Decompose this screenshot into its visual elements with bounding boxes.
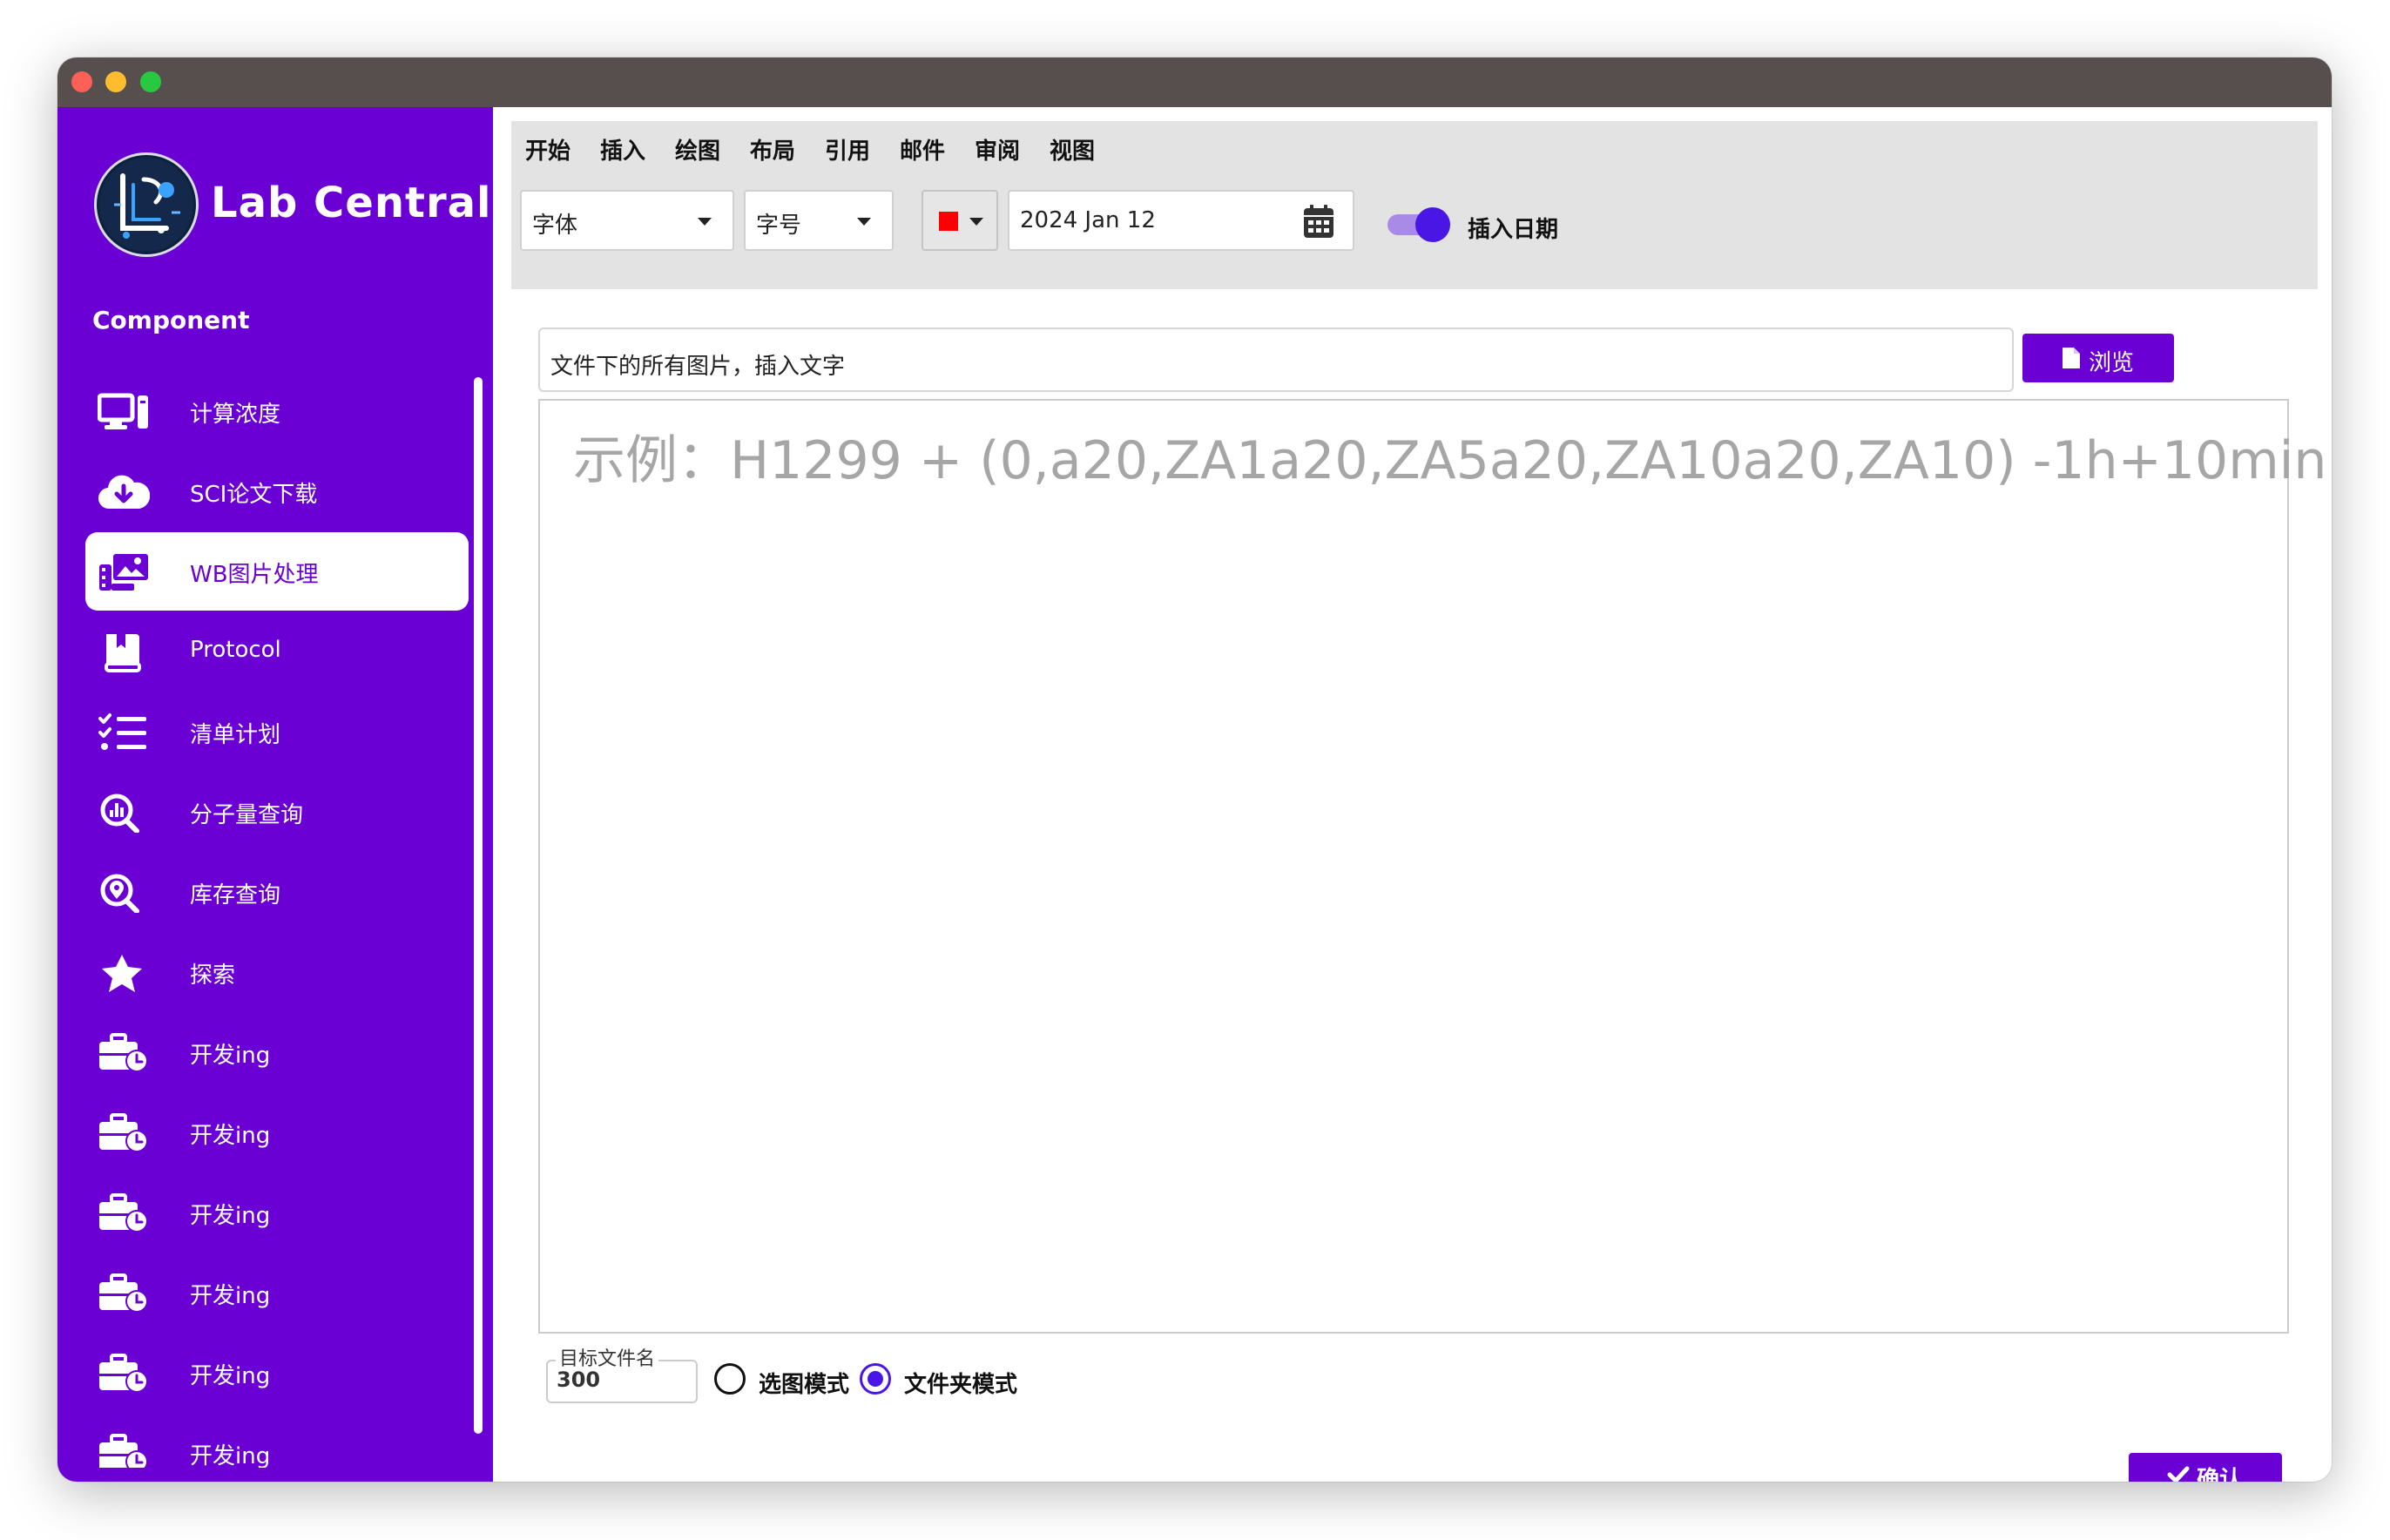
sidebar-item-checklist[interactable]: 清单计划 [85, 692, 469, 771]
sidebar-item-dev[interactable]: 开发ing [85, 1253, 469, 1332]
sidebar-item-label: Protocol [190, 637, 281, 663]
close-window-button[interactable] [71, 71, 92, 92]
sidebar-scrollbar[interactable] [474, 377, 483, 1434]
tab-view[interactable]: 视图 [1050, 133, 1095, 165]
sidebar-item-sci-download[interactable]: SCI论文下载 [85, 452, 469, 530]
tab-review[interactable]: 审阅 [975, 133, 1020, 165]
app-title: Lab Central [211, 179, 492, 227]
browse-button[interactable]: 浏览 [2022, 334, 2174, 382]
cloud-download-icon [98, 475, 150, 510]
confirm-button[interactable]: 确认 [2129, 1453, 2282, 1482]
photo-film-icon [99, 554, 148, 591]
ribbon-toolbar: 开始 插入 绘图 布局 引用 邮件 审阅 视图 字体 字号 2024 Jan 1… [511, 121, 2318, 289]
text-area-placeholder: 示例：H1299 + (0,a20,ZA1a20,ZA5a20,ZA10a20,… [573, 430, 2327, 491]
sidebar-item-calc-concentration[interactable]: 计算浓度 [85, 372, 469, 450]
star-icon [102, 955, 142, 992]
app-window: Lab Central Component 计算浓度 SCI论文下载 WB图片处… [57, 57, 2332, 1482]
computer-icon [98, 393, 148, 429]
zoom-window-button[interactable] [140, 71, 161, 92]
minimize-window-button[interactable] [105, 71, 126, 92]
list-check-icon [98, 713, 146, 750]
sidebar-item-label: 开发ing [190, 1043, 271, 1069]
label-text-area[interactable]: 示例：H1299 + (0,a20,ZA1a20,ZA5a20,ZA10a20,… [538, 399, 2326, 1334]
target-filename-value: 300 [557, 1368, 601, 1392]
sidebar-item-label: 开发ing [190, 1283, 271, 1309]
date-picker[interactable]: 2024 Jan 12 [1008, 190, 1354, 251]
sidebar: Lab Central Component 计算浓度 SCI论文下载 WB图片处… [57, 107, 493, 1482]
insert-date-label: 插入日期 [1468, 217, 1559, 243]
confirm-label: 确认 [2197, 1467, 2243, 1482]
file-icon [2063, 348, 2080, 368]
sidebar-item-inventory[interactable]: 库存查询 [85, 853, 469, 931]
folder-mode-label[interactable]: 文件夹模式 [904, 1367, 1017, 1399]
magnifying-glass-location-icon [100, 874, 139, 913]
sidebar-item-label: 分子量查询 [190, 802, 304, 828]
tab-insert[interactable]: 插入 [600, 133, 645, 165]
font-size-select[interactable]: 字号 [744, 190, 894, 251]
tab-references[interactable]: 引用 [825, 133, 870, 165]
sidebar-section-title: Component [92, 306, 250, 334]
sidebar-item-label: SCI论文下载 [190, 482, 318, 508]
sidebar-item-label: 开发ing [190, 1123, 271, 1149]
briefcase-clock-icon [99, 1193, 148, 1233]
sidebar-item-label: 探索 [190, 962, 236, 989]
sidebar-item-molecular-weight[interactable]: 分子量查询 [85, 773, 469, 851]
folder-path-input[interactable]: 文件下的所有图片，插入文字 [538, 328, 2014, 392]
title-bar [57, 57, 2332, 107]
book-bookmark-icon [105, 634, 141, 672]
briefcase-clock-icon [99, 1273, 148, 1313]
sidebar-item-label: 计算浓度 [190, 402, 281, 428]
color-swatch [939, 212, 958, 231]
sidebar-menu: 计算浓度 SCI论文下载 WB图片处理 Protocol 清单计划 分子量查询 … [57, 368, 493, 1468]
sidebar-item-dev[interactable]: 开发ing [85, 1173, 469, 1252]
sidebar-item-label: WB图片处理 [190, 562, 319, 588]
sidebar-item-label: 开发ing [190, 1363, 271, 1389]
date-value: 2024 Jan 12 [1020, 207, 1156, 233]
briefcase-clock-icon [99, 1113, 148, 1152]
tab-layout[interactable]: 布局 [750, 133, 795, 165]
briefcase-clock-icon [99, 1033, 148, 1072]
caret-down-icon [698, 218, 712, 226]
briefcase-clock-icon [99, 1354, 148, 1393]
text-color-picker[interactable] [922, 190, 998, 251]
tab-mailings[interactable]: 邮件 [900, 133, 945, 165]
sidebar-item-dev[interactable]: 开发ing [85, 1093, 469, 1172]
sidebar-item-explore[interactable]: 探索 [85, 933, 469, 1011]
folder-mode-radio[interactable] [860, 1363, 891, 1395]
sidebar-item-dev[interactable]: 开发ing [85, 1414, 469, 1468]
sidebar-item-label: 库存查询 [190, 882, 281, 908]
calendar-icon[interactable] [1302, 204, 1335, 239]
sidebar-item-wb-image[interactable]: WB图片处理 [85, 532, 469, 611]
app-logo [94, 152, 199, 257]
sidebar-item-dev[interactable]: 开发ing [85, 1334, 469, 1412]
check-icon [2167, 1466, 2190, 1482]
sidebar-item-label: 清单计划 [190, 722, 281, 748]
sidebar-item-protocol[interactable]: Protocol [85, 612, 469, 691]
browse-label: 浏览 [2089, 350, 2135, 376]
toggle-knob [1415, 207, 1450, 242]
sidebar-item-dev[interactable]: 开发ing [85, 1013, 469, 1091]
font-select[interactable]: 字体 [520, 190, 734, 251]
image-mode-radio[interactable] [714, 1363, 746, 1395]
font-select-value: 字体 [532, 213, 578, 239]
main-content: 开始 插入 绘图 布局 引用 邮件 审阅 视图 字体 字号 2024 Jan 1… [493, 107, 2332, 1482]
magnifying-glass-chart-icon [100, 794, 139, 833]
caret-down-icon [969, 218, 983, 226]
tab-draw[interactable]: 绘图 [675, 133, 720, 165]
sidebar-item-label: 开发ing [190, 1443, 271, 1468]
briefcase-clock-icon [99, 1434, 148, 1468]
image-mode-label[interactable]: 选图模式 [759, 1367, 849, 1399]
tab-home[interactable]: 开始 [525, 133, 570, 165]
sidebar-item-label: 开发ing [190, 1203, 271, 1229]
folder-path-value: 文件下的所有图片，插入文字 [550, 354, 846, 380]
insert-date-toggle[interactable] [1387, 207, 1450, 242]
font-size-select-value: 字号 [756, 213, 802, 239]
caret-down-icon [857, 218, 871, 226]
